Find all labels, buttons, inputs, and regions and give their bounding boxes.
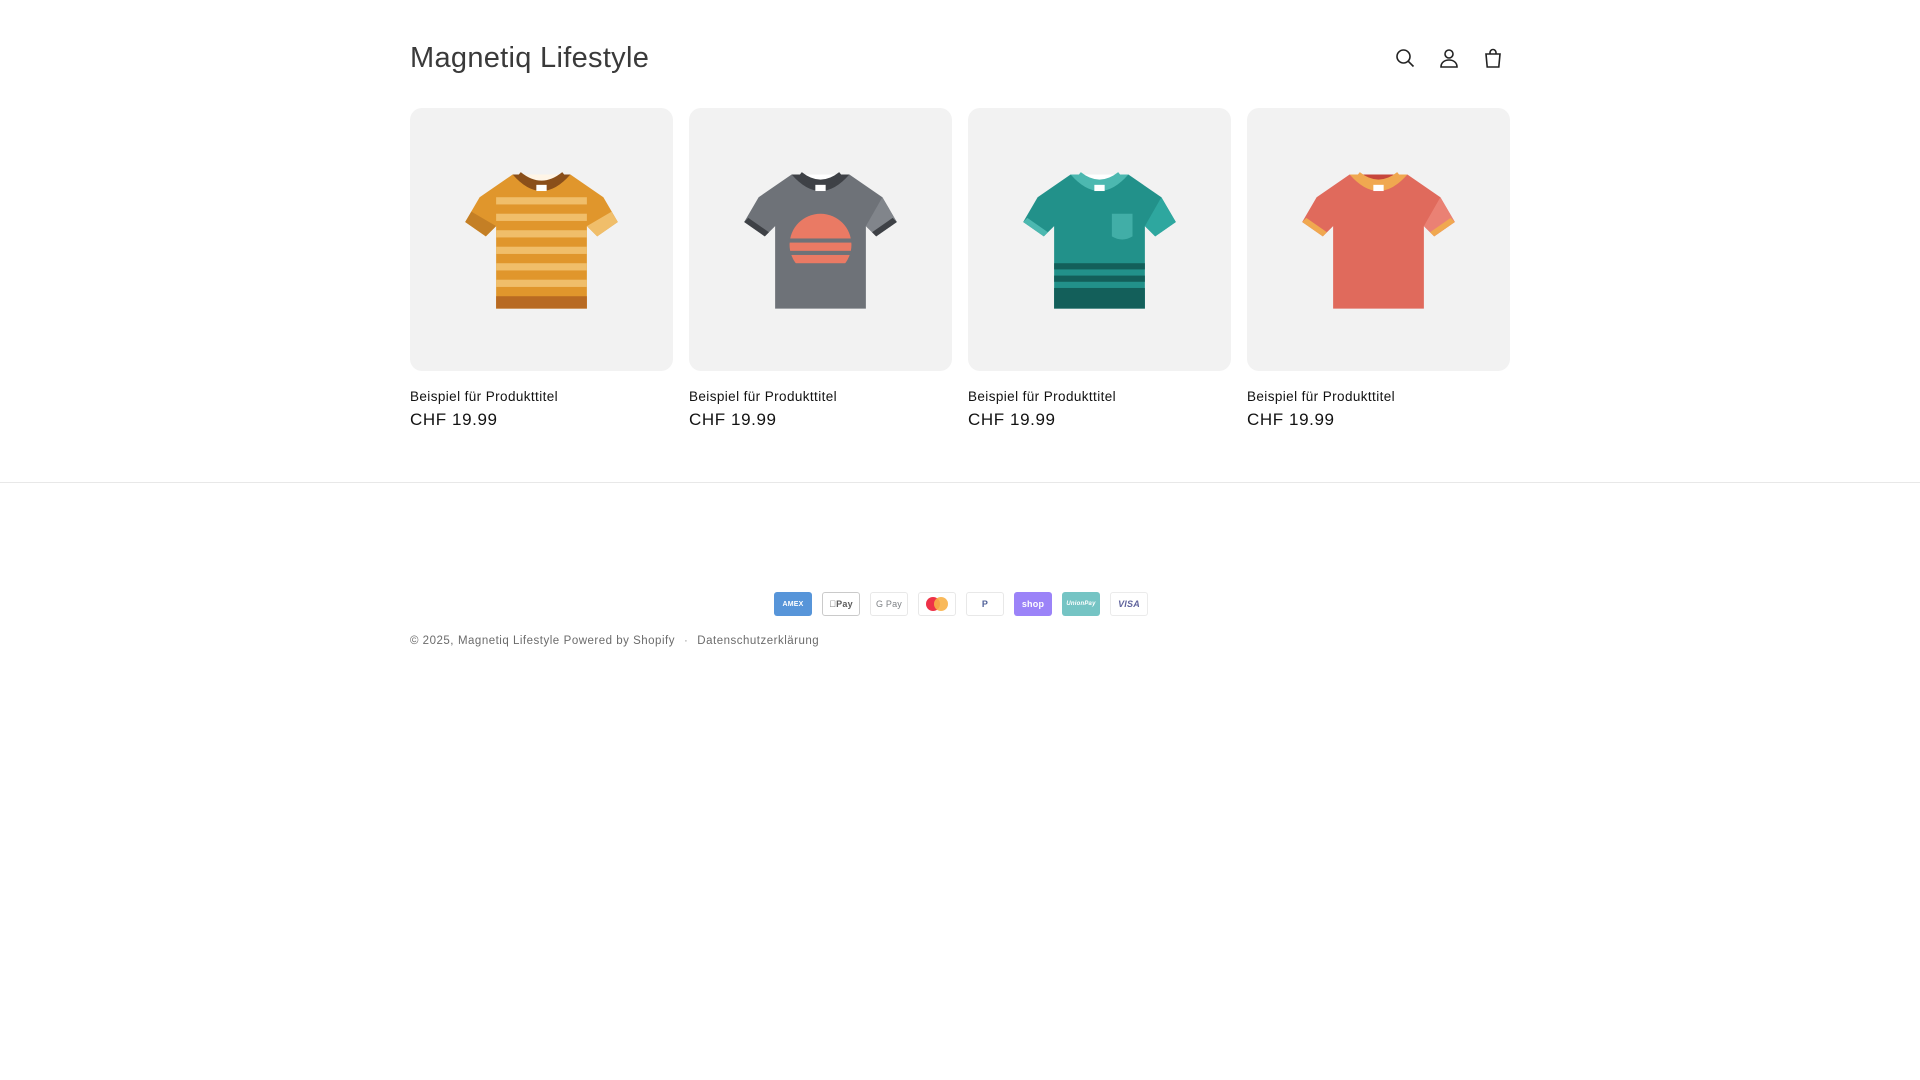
account-icon[interactable] [1436,45,1462,71]
product-card[interactable]: Beispiel für Produkttitel CHF 19.99 [968,108,1231,430]
payment-icons: AMEX Pay G Pay P shop UnionPay VISA [774,592,1148,616]
google-pay-icon: G Pay [870,592,908,616]
striped-orange-tshirt-icon [465,172,618,309]
mastercard-icon [918,592,956,616]
site-header: Magnetiq Lifestyle [410,30,1510,86]
product-price: CHF 19.99 [968,410,1056,429]
store-page: Magnetiq Lifestyle Beispiel für Produktt… [0,0,1920,1080]
store-link[interactable]: Magnetiq Lifestyle [458,635,560,647]
separator: · [683,635,689,647]
paypal-icon: P [966,592,1004,616]
product-title[interactable]: Beispiel für Produkttitel [1247,389,1510,404]
header-icons [1392,45,1506,71]
visa-icon: VISA [1110,592,1148,616]
copyright-prefix: © 2025, [410,635,454,647]
search-icon[interactable] [1392,45,1418,71]
teal-pocket-tshirt-icon [1023,172,1176,309]
privacy-policy-link[interactable]: Datenschutzerklärung [697,635,819,647]
product-image[interactable] [410,108,673,371]
shop-pay-icon: shop [1014,592,1052,616]
product-image[interactable] [968,108,1231,371]
product-price: CHF 19.99 [410,410,498,429]
copyright: © 2025, Magnetiq Lifestyle Powered by Sh… [410,635,819,647]
product-title[interactable]: Beispiel für Produkttitel [410,389,673,404]
store-logo[interactable]: Magnetiq Lifestyle [410,42,649,75]
product-price: CHF 19.99 [689,410,777,429]
product-card[interactable]: Beispiel für Produkttitel CHF 19.99 [410,108,673,430]
product-card[interactable]: Beispiel für Produkttitel CHF 19.99 [689,108,952,430]
product-image[interactable] [689,108,952,371]
product-grid: Beispiel für Produkttitel CHF 19.99 Beis… [410,108,1510,430]
product-price: CHF 19.99 [1247,410,1335,429]
apple-pay-icon: Pay [822,592,860,616]
product-card[interactable]: Beispiel für Produkttitel CHF 19.99 [1247,108,1510,430]
powered-by-shopify-link[interactable]: Powered by Shopify [564,635,675,647]
product-title[interactable]: Beispiel für Produkttitel [968,389,1231,404]
red-ringer-tshirt-icon [1302,172,1455,309]
unionpay-icon: UnionPay [1062,592,1100,616]
product-title[interactable]: Beispiel für Produkttitel [689,389,952,404]
footer-divider [0,482,1920,483]
grey-sunset-tshirt-icon [744,172,897,309]
amex-icon: AMEX [774,592,812,616]
cart-icon[interactable] [1480,45,1506,71]
product-image[interactable] [1247,108,1510,371]
